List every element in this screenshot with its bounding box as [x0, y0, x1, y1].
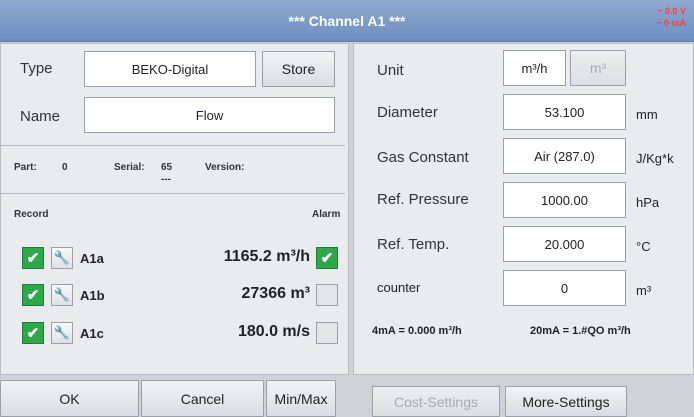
part-value: 0: [62, 162, 68, 173]
check-icon: ✔: [26, 250, 40, 267]
gas-constant-label: Gas Constant: [377, 149, 469, 166]
channel-value-a1c: 180.0 m/s: [237, 323, 310, 340]
ref-pressure-label: Ref. Pressure: [377, 191, 469, 208]
version-label: Version:: [205, 162, 245, 173]
serial-extra: ---: [161, 174, 171, 185]
status-readout: ~ 0.0 V ~ 0 mA: [656, 5, 686, 29]
alarm-checkbox-a1a[interactable]: ✔: [316, 247, 338, 269]
counter-unit: m³: [636, 283, 652, 298]
unit-option-m3h[interactable]: m³/h: [503, 50, 566, 86]
ref-pressure-field[interactable]: 1000.00: [503, 182, 626, 218]
record-checkbox-a1a[interactable]: ✔: [22, 247, 44, 269]
settings-button-a1b[interactable]: 🔧: [51, 284, 73, 306]
channel-name-a1a: A1a: [80, 251, 104, 266]
diameter-field[interactable]: 53.100: [503, 94, 626, 130]
minmax-button[interactable]: Min/Max: [266, 380, 336, 417]
divider: [0, 193, 345, 194]
ok-button[interactable]: OK: [0, 380, 139, 417]
type-label: Type: [20, 60, 53, 77]
check-icon: ✔: [26, 287, 40, 304]
record-checkbox-a1c[interactable]: ✔: [22, 322, 44, 344]
channel-value-a1b: 27366 m³: [241, 285, 311, 302]
more-settings-button[interactable]: More-Settings: [505, 386, 627, 417]
store-button[interactable]: Store: [262, 51, 335, 87]
wrench-icon: 🔧: [53, 250, 71, 265]
divider: [0, 145, 345, 146]
ma4-readout: 4mA = 0.000 m³/h: [372, 325, 462, 337]
counter-field[interactable]: 0: [503, 270, 626, 306]
record-label: Record: [14, 209, 49, 220]
diameter-label: Diameter: [377, 104, 438, 121]
ma20-readout: 20mA = 1.#QO m³/h: [530, 325, 631, 337]
settings-button-a1a[interactable]: 🔧: [51, 247, 73, 269]
channel-name-a1b: A1b: [80, 288, 105, 303]
unit-label: Unit: [377, 62, 404, 79]
status-voltage: ~ 0.0 V: [657, 6, 686, 16]
diameter-unit: mm: [636, 107, 658, 122]
name-field[interactable]: Flow: [84, 97, 335, 133]
settings-button-a1c[interactable]: 🔧: [51, 322, 73, 344]
ref-temp-field[interactable]: 20.000: [503, 226, 626, 262]
check-icon: ✔: [320, 250, 334, 267]
name-label: Name: [20, 108, 61, 125]
wrench-icon: 🔧: [53, 325, 71, 340]
alarm-label: Alarm: [312, 209, 341, 220]
cancel-button[interactable]: Cancel: [141, 380, 264, 417]
window-title: *** Channel A1 ***: [288, 13, 406, 29]
channel-value-a1a: 1165.2 m³/h: [223, 248, 310, 265]
unit-option-m3[interactable]: m³: [570, 50, 626, 86]
ref-pressure-unit: hPa: [636, 195, 660, 210]
status-current: ~ 0 mA: [656, 18, 686, 28]
cost-settings-button[interactable]: Cost-Settings: [372, 386, 500, 417]
alarm-checkbox-a1b[interactable]: [316, 284, 338, 306]
serial-label: Serial:: [114, 162, 145, 173]
ref-temp-label: Ref. Temp.: [377, 236, 450, 253]
part-label: Part:: [14, 162, 37, 173]
gas-constant-field[interactable]: Air (287.0): [503, 138, 626, 174]
channel-name-a1c: A1c: [80, 326, 104, 341]
wrench-icon: 🔧: [53, 287, 71, 302]
record-checkbox-a1b[interactable]: ✔: [22, 284, 44, 306]
alarm-checkbox-a1c[interactable]: [316, 322, 338, 344]
ref-temp-unit: °C: [636, 239, 651, 254]
serial-value: 65: [161, 162, 173, 173]
type-field[interactable]: BEKO-Digital: [84, 51, 256, 87]
gas-constant-unit: J/Kg*k: [636, 151, 674, 166]
counter-label: counter: [377, 280, 421, 295]
check-icon: ✔: [26, 325, 40, 342]
